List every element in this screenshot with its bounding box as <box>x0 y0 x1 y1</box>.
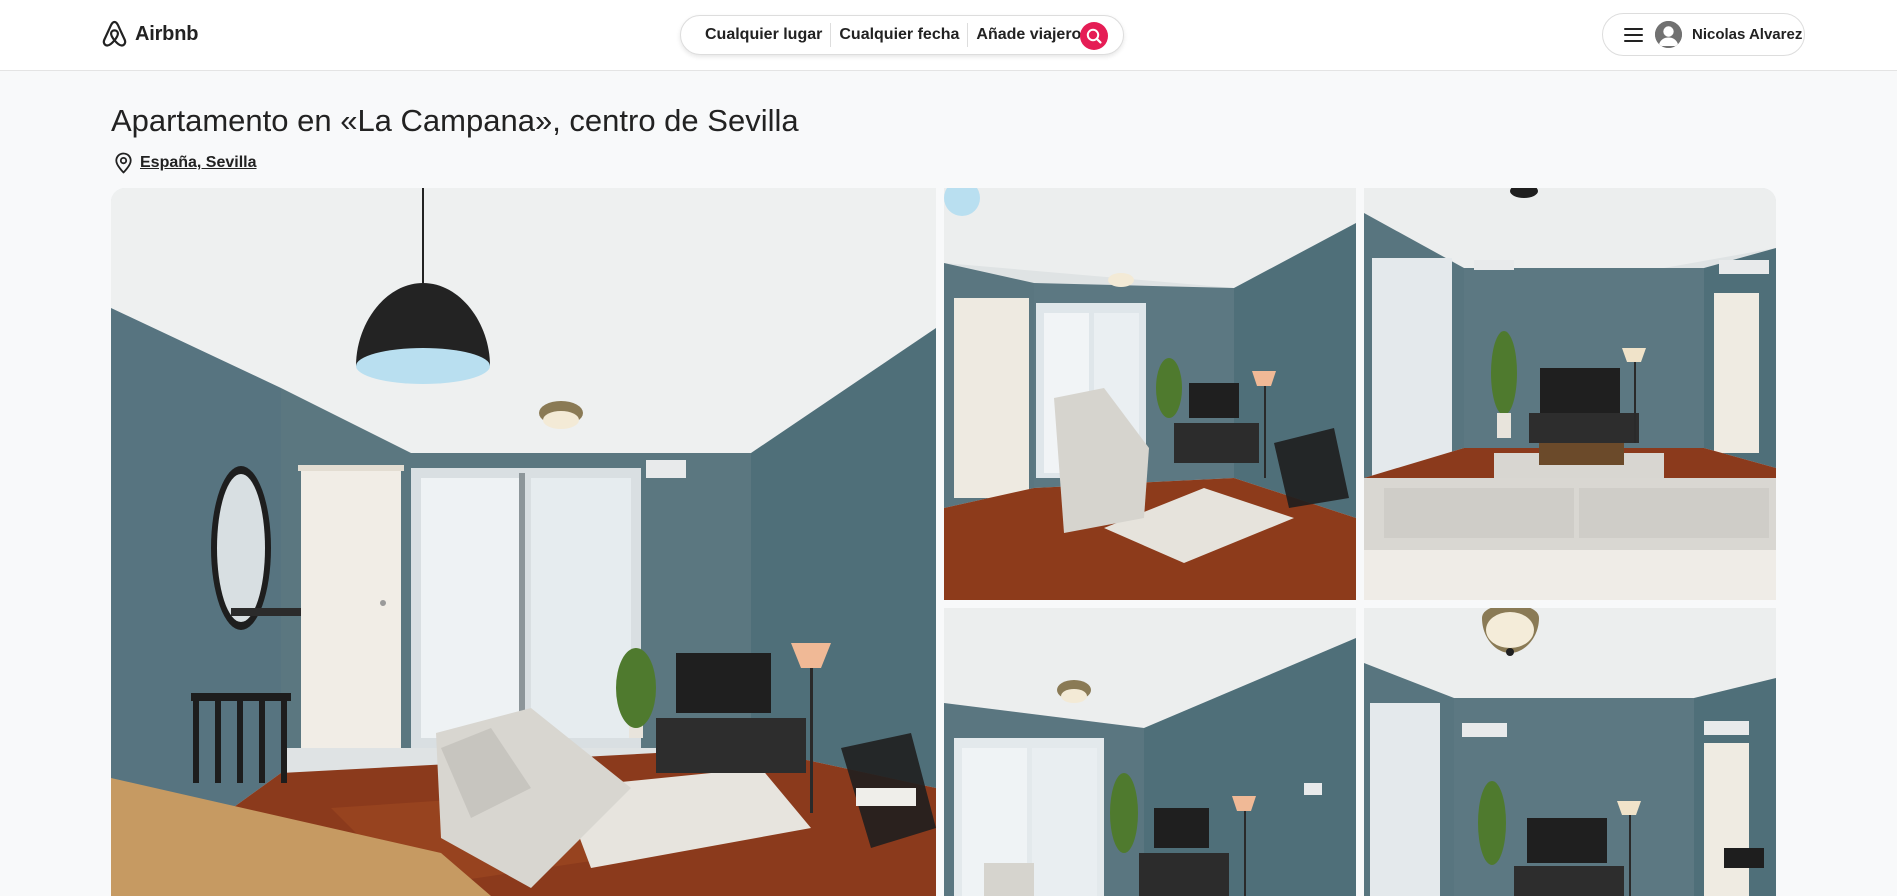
gallery-photo-5[interactable] <box>1364 608 1776 896</box>
user-name: Nicolas Alvarez <box>1692 26 1803 43</box>
map-pin-icon <box>115 152 132 174</box>
search-bar[interactable]: Cualquier lugar Cualquier fecha Añade vi… <box>680 15 1124 55</box>
hamburger-menu-icon <box>1624 26 1643 44</box>
search-date-button[interactable]: Cualquier fecha <box>831 26 967 44</box>
gallery-photo-4[interactable] <box>944 608 1356 896</box>
gallery-photo-2[interactable] <box>944 188 1356 600</box>
user-avatar-icon <box>1655 21 1682 48</box>
airbnb-logo[interactable]: Airbnb <box>101 19 198 49</box>
sofa-tv-photo <box>1364 188 1776 600</box>
living-room-front-photo <box>1364 608 1776 896</box>
page-title: Apartamento en «La Campana», centro de S… <box>111 103 799 138</box>
search-submit-button[interactable] <box>1080 22 1108 50</box>
airbnb-logo-icon <box>102 20 127 47</box>
gallery-photo-main[interactable] <box>111 188 936 896</box>
gallery-photo-3[interactable] <box>1364 188 1776 600</box>
living-room-photo <box>111 188 936 896</box>
search-place-button[interactable]: Cualquier lugar <box>681 26 830 44</box>
listing-location: España, Sevilla <box>114 152 257 174</box>
search-guests-button[interactable]: Añade viajeros <box>968 26 1098 44</box>
living-room-window-photo <box>944 608 1356 896</box>
top-header: Airbnb Cualquier lugar Cualquier fecha A… <box>0 0 1897 71</box>
brand-name: Airbnb <box>135 22 199 45</box>
user-menu-button[interactable]: Nicolas Alvarez <box>1602 13 1805 56</box>
search-icon <box>1086 28 1102 44</box>
location-link[interactable]: España, Sevilla <box>140 154 257 172</box>
living-room-corner-photo <box>944 188 1356 600</box>
